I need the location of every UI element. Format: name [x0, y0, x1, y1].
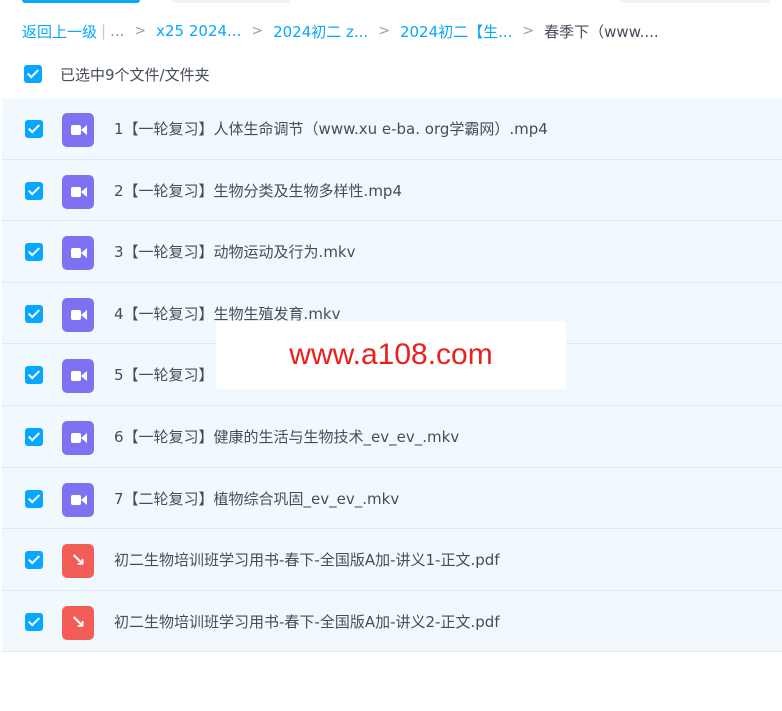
tab-active-indicator[interactable]: [22, 0, 140, 3]
breadcrumb-separator: >: [134, 23, 147, 39]
tab-indicator[interactable]: [620, 0, 770, 3]
selection-count-label: 已选中9个文件/文件夹: [60, 65, 210, 84]
breadcrumb-separator: >: [251, 23, 264, 39]
video-file-icon: [62, 420, 94, 455]
watermark: www.a108.com: [216, 321, 566, 389]
file-browser: 返回上一级 | ... > x25 2024... > 2024初二 z... …: [0, 0, 782, 711]
file-row[interactable]: ↘ 初二生物培训班学习用书-春下-全国版A加-讲义2-正文.pdf: [2, 590, 782, 653]
breadcrumb-current: 春季下（www....: [544, 22, 659, 41]
file-checkbox[interactable]: [25, 304, 43, 323]
video-file-icon: [62, 297, 94, 332]
file-checkbox[interactable]: [25, 551, 43, 570]
top-tab-strip: [0, 0, 782, 4]
file-row[interactable]: 3【一轮复习】动物运动及行为.mkv: [2, 221, 782, 283]
file-checkbox[interactable]: [25, 427, 43, 446]
breadcrumb-divider: |: [101, 22, 107, 40]
pdf-glyph: ↘: [70, 611, 86, 633]
selection-bar: 已选中9个文件/文件夹: [24, 63, 210, 85]
back-link[interactable]: 返回上一级: [22, 21, 97, 42]
breadcrumb-ellipsis[interactable]: ...: [110, 22, 124, 40]
file-name[interactable]: 7【二轮复习】植物综合巩固_ev_ev_.mkv: [114, 468, 399, 529]
breadcrumb-separator: >: [378, 23, 390, 39]
pdf-file-icon: ↘: [62, 544, 94, 579]
file-row[interactable]: 1【一轮复习】人体生命调节（www.xu e-ba. org学霸网）.mp4: [2, 98, 782, 160]
file-row[interactable]: 2【一轮复习】生物分类及生物多样性.mp4: [2, 159, 782, 222]
video-file-icon: [62, 359, 94, 394]
video-file-icon: [62, 236, 94, 271]
breadcrumb-item[interactable]: 2024初二 z...: [273, 21, 368, 42]
breadcrumb-item[interactable]: 2024初二【生...: [400, 21, 512, 42]
file-checkbox[interactable]: [25, 366, 43, 385]
breadcrumb-separator: >: [522, 23, 535, 39]
pdf-file-icon: ↘: [62, 605, 94, 640]
file-row[interactable]: 6【一轮复习】健康的生活与生物技术_ev_ev_.mkv: [2, 405, 782, 468]
breadcrumb-item[interactable]: x25 2024...: [156, 22, 241, 40]
file-checkbox[interactable]: [25, 612, 43, 631]
file-name[interactable]: 6【一轮复习】健康的生活与生物技术_ev_ev_.mkv: [114, 406, 459, 467]
file-checkbox[interactable]: [25, 120, 43, 138]
file-checkbox[interactable]: [25, 489, 43, 508]
file-row[interactable]: 7【二轮复习】植物综合巩固_ev_ev_.mkv: [2, 467, 782, 530]
file-checkbox[interactable]: [25, 243, 43, 262]
file-name[interactable]: 3【一轮复习】动物运动及行为.mkv: [114, 221, 356, 282]
watermark-text: www.a108.com: [289, 338, 493, 371]
pdf-glyph: ↘: [70, 550, 86, 572]
breadcrumb: 返回上一级 | ... > x25 2024... > 2024初二 z... …: [22, 18, 659, 44]
file-name[interactable]: 1【一轮复习】人体生命调节（www.xu e-ba. org学霸网）.mp4: [114, 98, 548, 159]
file-name[interactable]: 2【一轮复习】生物分类及生物多样性.mp4: [114, 160, 402, 221]
video-file-icon: [62, 482, 94, 517]
video-file-icon: [62, 113, 94, 147]
file-checkbox[interactable]: [25, 181, 43, 200]
file-name[interactable]: 初二生物培训班学习用书-春下-全国版A加-讲义2-正文.pdf: [114, 591, 500, 652]
select-all-checkbox[interactable]: [24, 65, 42, 83]
video-file-icon: [62, 174, 94, 209]
file-name[interactable]: 初二生物培训班学习用书-春下-全国版A加-讲义1-正文.pdf: [114, 529, 500, 590]
file-name[interactable]: 5【一轮复习】: [114, 344, 214, 405]
tab-indicator[interactable]: [172, 0, 290, 3]
file-row[interactable]: ↘ 初二生物培训班学习用书-春下-全国版A加-讲义1-正文.pdf: [2, 529, 782, 591]
